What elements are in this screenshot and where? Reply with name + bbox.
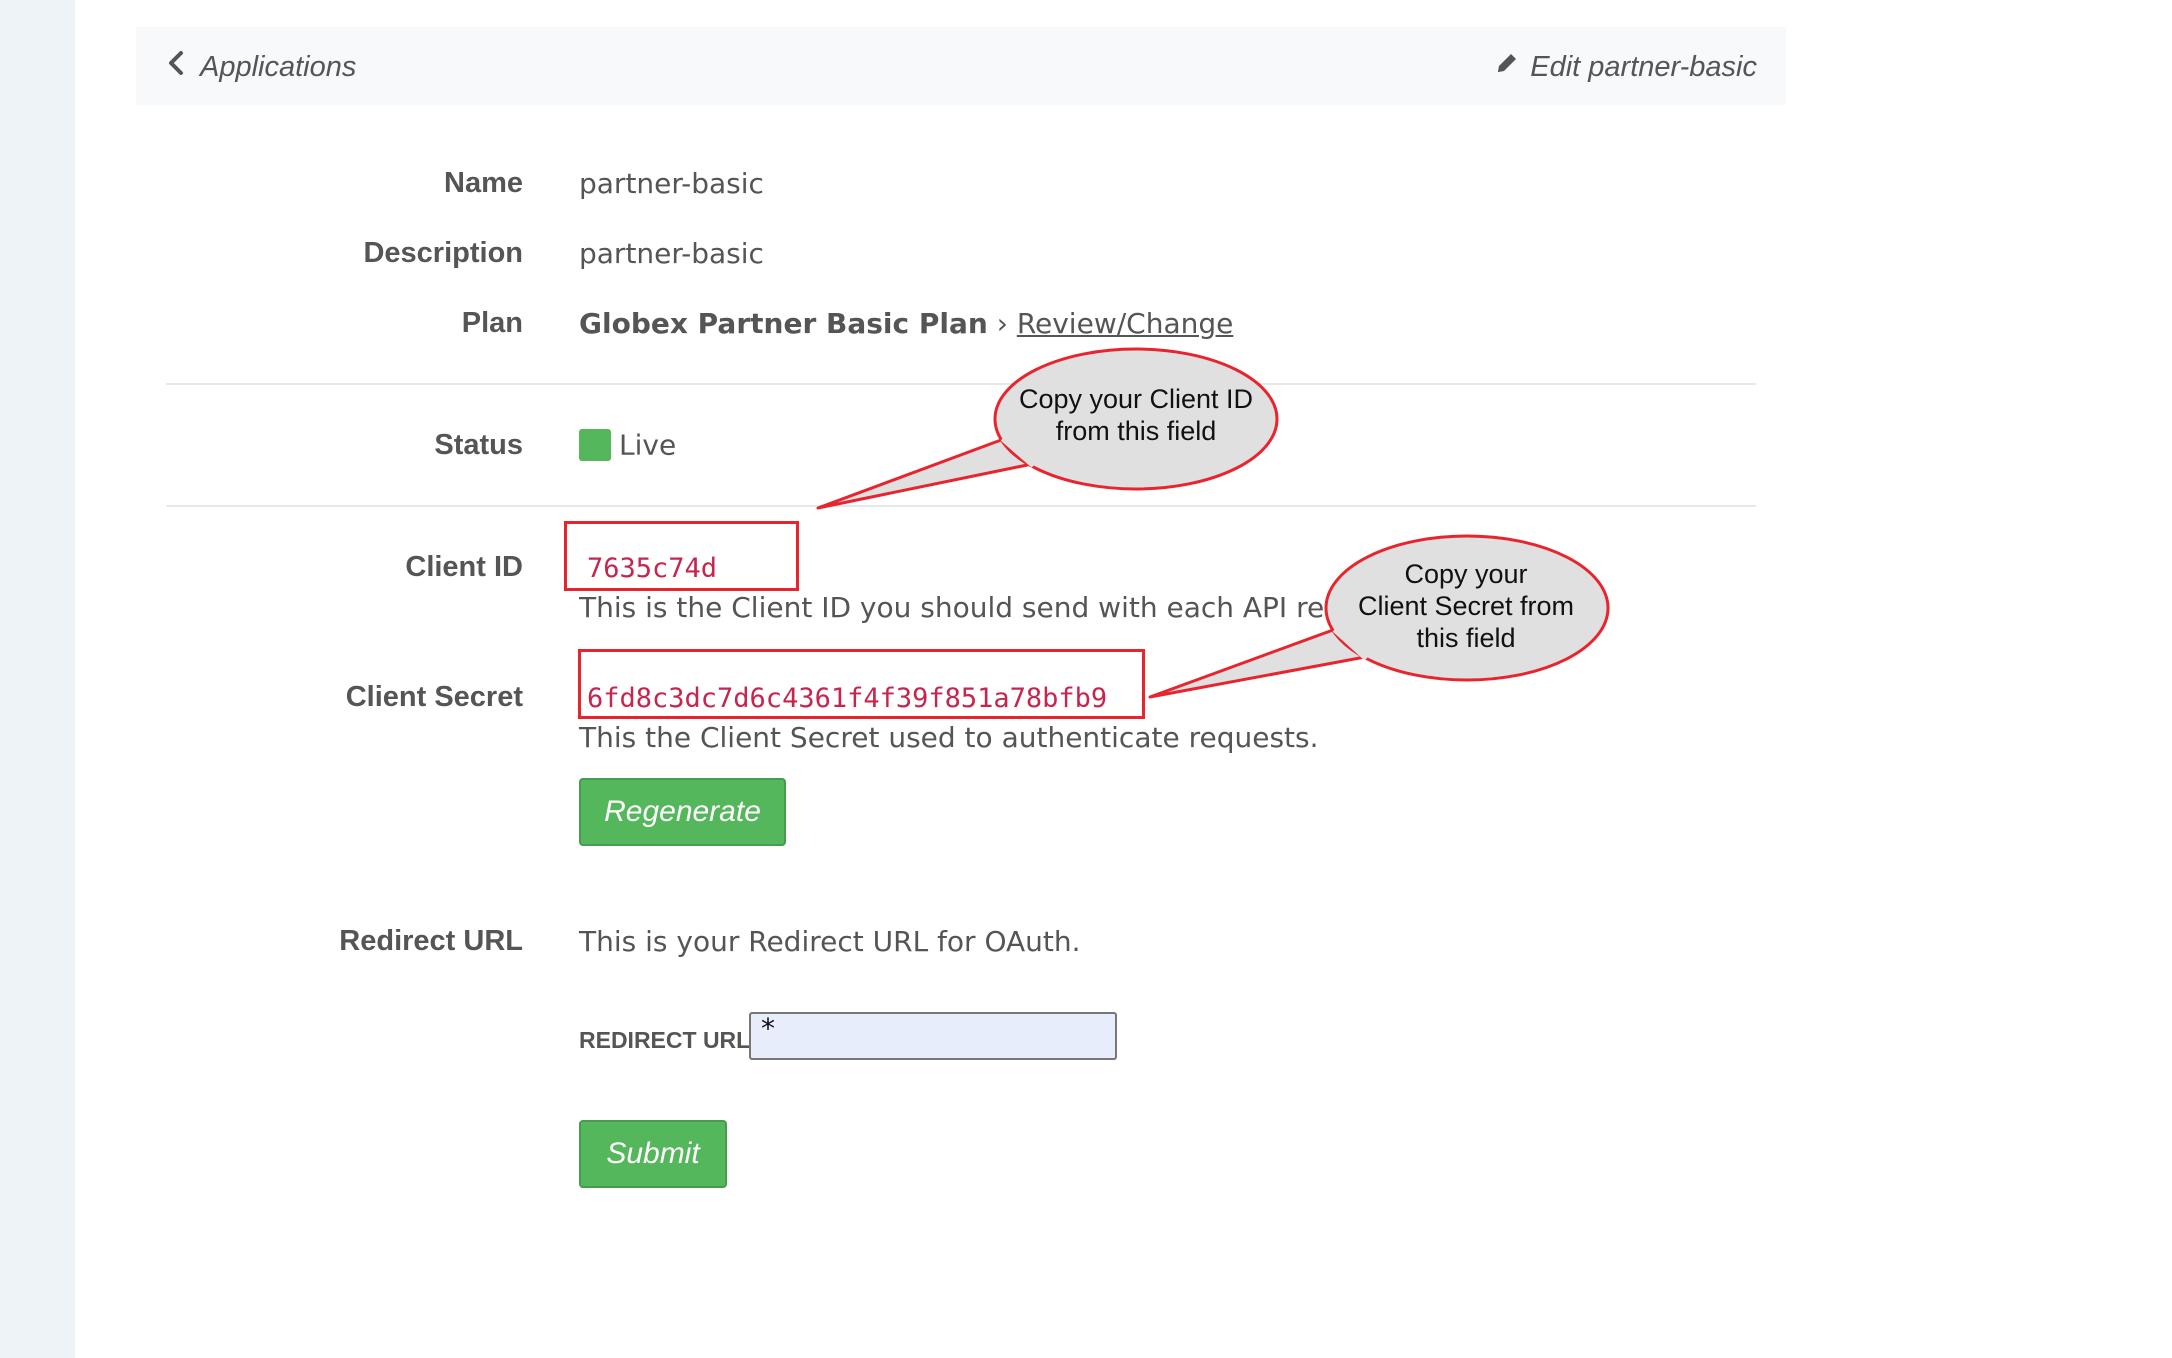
chevron-left-icon	[166, 50, 186, 84]
edit-link-label: Edit partner-basic	[1530, 50, 1757, 83]
plan-separator: ›	[996, 307, 1008, 340]
name-value: partner-basic	[579, 167, 764, 200]
description-value: partner-basic	[579, 237, 764, 270]
client-secret-callout-line3: this field	[1416, 623, 1516, 653]
client-secret-callout-line2: Client Secret from	[1357, 591, 1575, 621]
plan-name: Globex Partner Basic Plan	[579, 307, 988, 340]
edit-application-link[interactable]: Edit partner-basic	[1494, 47, 1757, 87]
client-id-help: This is the Client ID you should send wi…	[579, 591, 1342, 624]
client-id-callout: Copy your Client ID from this field	[1000, 383, 1272, 447]
client-secret-callout-line1: Copy your	[1404, 559, 1528, 589]
client-secret-highlight-box	[578, 649, 1145, 719]
divider	[166, 383, 1756, 385]
status-label: Status	[434, 429, 523, 461]
status-row: Live	[579, 427, 676, 462]
redirect-url-label: Redirect URL	[339, 925, 523, 957]
status-indicator	[579, 429, 611, 461]
client-secret-label: Client Secret	[345, 681, 523, 713]
review-change-link[interactable]: Review/Change	[1017, 307, 1234, 340]
regenerate-button[interactable]: Regenerate	[579, 778, 786, 846]
client-id-callout-line2: from this field	[1055, 416, 1217, 446]
back-to-applications-link[interactable]: Applications	[166, 47, 356, 87]
description-label: Description	[363, 237, 523, 269]
redirect-url-input-label: REDIRECT URL	[579, 1027, 751, 1053]
plan-row: Globex Partner Basic Plan › Review/Chang…	[579, 307, 1233, 340]
panel-header: Applications Edit partner-basic	[136, 27, 1786, 105]
client-secret-callout: Copy your Client Secret from this field	[1330, 558, 1602, 654]
client-secret-help: This the Client Secret used to authentic…	[579, 721, 1319, 754]
plan-label: Plan	[461, 307, 523, 339]
status-value: Live	[619, 428, 677, 462]
name-label: Name	[444, 167, 523, 199]
redirect-url-input[interactable]: *	[749, 1012, 1117, 1060]
client-id-label: Client ID	[405, 551, 523, 583]
redirect-url-help: This is your Redirect URL for OAuth.	[579, 925, 1081, 958]
submit-button[interactable]: Submit	[579, 1120, 727, 1188]
pencil-icon	[1494, 50, 1520, 84]
back-link-label: Applications	[200, 50, 357, 83]
client-id-callout-line1: Copy your Client ID	[1018, 384, 1254, 414]
divider	[166, 505, 1756, 507]
client-id-highlight-box	[564, 521, 799, 591]
page-background-left	[0, 0, 75, 1358]
